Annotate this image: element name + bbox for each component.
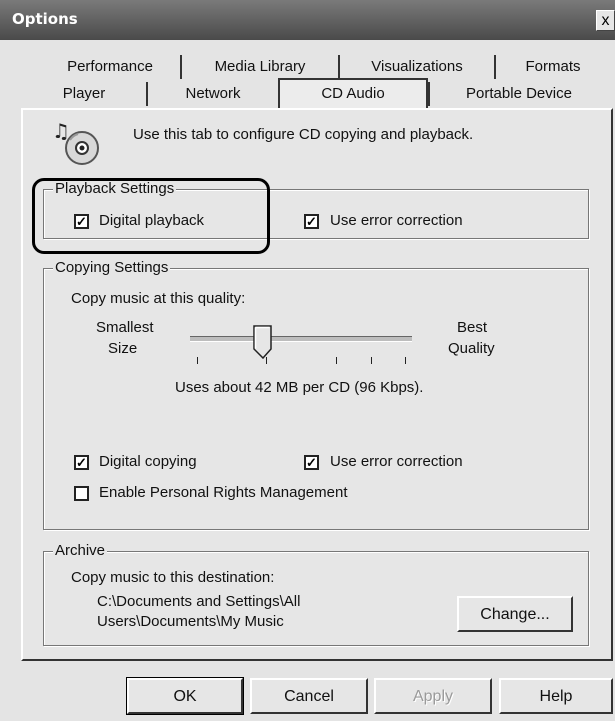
check-icon: ✓ [306,455,317,470]
change-button[interactable]: Change... [457,596,573,632]
slider-tick [405,357,406,364]
help-button[interactable]: Help [499,678,613,714]
tab-visualizations[interactable]: Visualizations [340,55,496,79]
cd-music-icon: ♫ [52,119,99,165]
playback-error-correction-label[interactable]: Use error correction [330,212,463,229]
personal-rights-label[interactable]: Enable Personal Rights Management [99,484,347,501]
tab-formats[interactable]: Formats [496,55,610,79]
title-bar[interactable]: Options x [0,0,615,40]
archive-legend: Archive [53,542,108,559]
copying-settings-legend: Copying Settings [53,259,171,276]
digital-copying-checkbox[interactable]: ✓ [74,455,89,470]
tab-network[interactable]: Network [148,82,278,106]
slider-tick [371,357,372,364]
window-title: Options [12,10,78,28]
check-icon: ✓ [76,455,87,470]
slider-tick [197,357,198,364]
cancel-button[interactable]: Cancel [250,678,368,714]
close-icon: x [601,12,610,29]
copying-error-correction-label[interactable]: Use error correction [330,453,463,470]
usage-text: Uses about 42 MB per CD (96 Kbps). [175,379,424,396]
header-description: Use this tab to configure CD copying and… [133,126,474,143]
archive-path-line2: Users\Documents\My Music [97,613,284,630]
slider-left-label-2: Size [108,340,138,357]
tab-portable-device[interactable]: Portable Device [428,82,608,106]
slider-right-label-2: Quality [448,340,495,357]
svg-text:♫: ♫ [52,119,70,143]
playback-error-correction-checkbox[interactable]: ✓ [304,214,319,229]
digital-copying-label[interactable]: Digital copying [99,453,197,470]
slider-left-label: Smallest [96,319,154,336]
quality-slider-thumb[interactable] [253,325,273,359]
ok-button[interactable]: OK [126,677,244,715]
apply-button[interactable]: Apply [374,678,492,714]
tab-media-library[interactable]: Media Library [182,55,340,79]
tab-player[interactable]: Player [22,82,148,106]
close-button[interactable]: x [596,10,615,31]
archive-path-line1: C:\Documents and Settings\All [97,593,301,610]
quality-slider-track[interactable] [190,336,412,342]
slider-tick [266,357,267,364]
tab-performance[interactable]: Performance [40,55,182,79]
slider-tick [336,357,337,364]
copying-error-correction-checkbox[interactable]: ✓ [304,455,319,470]
copy-quality-label: Copy music at this quality: [71,290,246,307]
destination-label: Copy music to this destination: [71,569,275,586]
personal-rights-checkbox[interactable] [74,486,89,501]
tab-cd-audio[interactable]: CD Audio [278,78,428,108]
slider-right-label: Best [457,319,488,336]
annotation-highlight-ring [32,178,270,254]
check-icon: ✓ [306,214,317,229]
